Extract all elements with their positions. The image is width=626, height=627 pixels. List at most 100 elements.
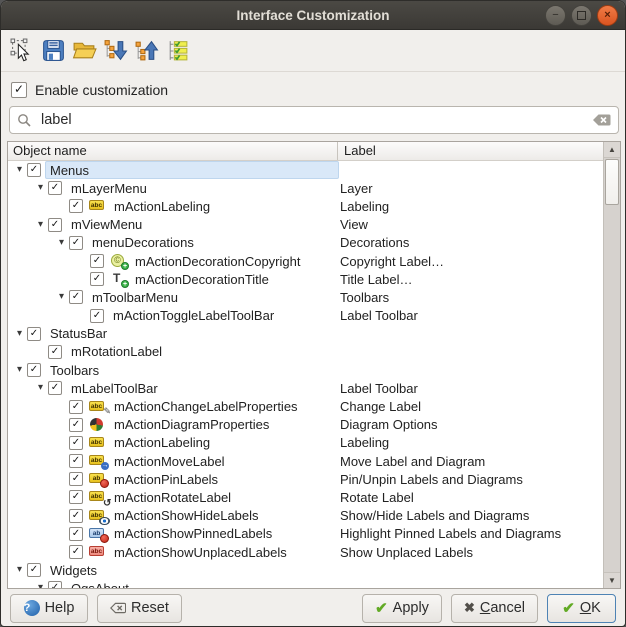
expander-icon[interactable]: ▾ [54, 238, 69, 248]
row-checkbox[interactable]: ✓ [48, 181, 62, 195]
tree-row[interactable]: ✓abmActionPinLabelsPin/Unpin Labels and … [8, 470, 603, 488]
expander-icon[interactable]: ▾ [12, 165, 27, 175]
object-name-text: mActionRotateLabel [111, 490, 234, 505]
scroll-down-arrow-icon[interactable]: ▼ [604, 572, 620, 588]
tree-row[interactable]: ✓T+mActionDecorationTitleTitle Label… [8, 270, 603, 288]
tree-row[interactable]: ▾✓Menus [8, 161, 603, 179]
tree-row[interactable]: ▾✓Toolbars [8, 361, 603, 379]
dialog-toolbar [1, 29, 625, 72]
row-checkbox[interactable]: ✓ [69, 509, 83, 523]
row-checkbox[interactable]: ✓ [69, 400, 83, 414]
cancel-button-label: Cancel [480, 600, 525, 616]
titlebar[interactable]: Interface Customization − × [1, 1, 625, 30]
row-checkbox[interactable]: ✓ [27, 327, 41, 341]
tree-row[interactable]: ✓mActionToggleLabelToolBarLabel Toolbar [8, 307, 603, 325]
select-all-icon [165, 38, 190, 63]
move-label-icon: abc→ [89, 454, 108, 468]
tree-row[interactable]: ✓mActionDiagramPropertiesDiagram Options [8, 416, 603, 434]
tree-row[interactable]: ✓abc↺mActionRotateLabelRotate Label [8, 488, 603, 506]
row-checkbox[interactable]: ✓ [69, 490, 83, 504]
save-button[interactable] [40, 35, 67, 65]
expander-icon[interactable]: ▾ [33, 183, 48, 193]
tree-row[interactable]: ✓abcmActionLabelingLabeling [8, 197, 603, 215]
select-all-button[interactable] [164, 35, 191, 65]
row-checkbox[interactable]: ✓ [27, 363, 41, 377]
clear-icon[interactable] [592, 113, 611, 127]
column-header-object-name[interactable]: Object name [8, 142, 338, 160]
tree-row[interactable]: ▾✓mLabelToolBarLabel Toolbar [8, 379, 603, 397]
tree-row[interactable]: ✓abc→mActionMoveLabelMove Label and Diag… [8, 452, 603, 470]
search-input[interactable] [39, 111, 585, 129]
open-file-button[interactable] [71, 35, 98, 65]
row-checkbox[interactable]: ✓ [27, 563, 41, 577]
label-text: Labeling [340, 199, 389, 214]
tree-row[interactable]: ✓abmActionShowPinnedLabelsHighlight Pinn… [8, 525, 603, 543]
help-button[interactable]: ? Help [10, 594, 88, 623]
enable-customization-checkbox[interactable]: ✓ [11, 82, 27, 98]
tree-row[interactable]: ▾✓mViewMenuView [8, 216, 603, 234]
tree-row[interactable]: ▾✓QgsAbout [8, 579, 603, 588]
close-button[interactable]: × [597, 5, 618, 26]
row-checkbox[interactable]: ✓ [69, 527, 83, 541]
select-widgets-button[interactable] [9, 35, 36, 65]
tree-body: ▾✓Menus▾✓mLayerMenuLayer✓abcmActionLabel… [8, 161, 603, 588]
tree-row[interactable]: ✓mRotationLabel [8, 343, 603, 361]
tree-row[interactable]: ✓abcmActionLabelingLabeling [8, 434, 603, 452]
enable-customization-row[interactable]: ✓ Enable customization [11, 82, 168, 98]
row-checkbox[interactable]: ✓ [48, 381, 62, 395]
label-text: Labeling [340, 435, 389, 450]
vertical-scrollbar[interactable]: ▲ ▼ [603, 142, 620, 588]
row-checkbox[interactable]: ✓ [69, 418, 83, 432]
row-checkbox[interactable]: ✓ [69, 290, 83, 304]
row-checkbox[interactable]: ✓ [48, 581, 62, 588]
tree-row[interactable]: ▾✓mToolbarMenuToolbars [8, 288, 603, 306]
expander-icon[interactable]: ▾ [33, 383, 48, 393]
object-name-text: menuDecorations [89, 235, 197, 250]
row-checkbox[interactable]: ✓ [69, 199, 83, 213]
search-box[interactable] [9, 106, 619, 134]
tree-row[interactable]: ▾✓Widgets [8, 561, 603, 579]
tree-row[interactable]: ✓abcmActionShowUnplacedLabelsShow Unplac… [8, 543, 603, 561]
label-text: Layer [340, 181, 373, 196]
tree-row[interactable]: ▾✓mLayerMenuLayer [8, 179, 603, 197]
expand-all-button[interactable] [133, 35, 160, 65]
expander-icon[interactable]: ▾ [54, 292, 69, 302]
label-text: Diagram Options [340, 417, 438, 432]
tree-row[interactable]: ▾✓StatusBar [8, 325, 603, 343]
row-checkbox[interactable]: ✓ [48, 345, 62, 359]
row-checkbox[interactable]: ✓ [69, 454, 83, 468]
column-header-label[interactable]: Label [338, 142, 603, 160]
collapse-all-button[interactable] [102, 35, 129, 65]
row-checkbox[interactable]: ✓ [90, 272, 104, 286]
row-checkbox[interactable]: ✓ [69, 436, 83, 450]
row-checkbox[interactable]: ✓ [69, 472, 83, 486]
tree-row[interactable]: ✓abcmActionShowHideLabelsShow/Hide Label… [8, 507, 603, 525]
maximize-button[interactable] [571, 5, 592, 26]
expander-icon[interactable]: ▾ [33, 583, 48, 588]
row-checkbox[interactable]: ✓ [90, 254, 104, 268]
widget-selector-icon [10, 38, 35, 63]
reset-button[interactable]: Reset [97, 594, 182, 623]
tree-row[interactable]: ▾✓menuDecorationsDecorations [8, 234, 603, 252]
cancel-button[interactable]: ✖ Cancel [451, 594, 538, 623]
row-checkbox[interactable]: ✓ [69, 545, 83, 559]
row-checkbox[interactable]: ✓ [69, 236, 83, 250]
tree-row[interactable]: ✓©+mActionDecorationCopyrightCopyright L… [8, 252, 603, 270]
ok-button[interactable]: ✔ OK [547, 594, 616, 623]
row-checkbox[interactable]: ✓ [90, 309, 104, 323]
object-name-text: mActionMoveLabel [111, 454, 228, 469]
minimize-button[interactable]: − [545, 5, 566, 26]
apply-button[interactable]: ✔ Apply [362, 594, 442, 623]
expander-icon[interactable]: ▾ [33, 220, 48, 230]
expander-icon[interactable]: ▾ [12, 329, 27, 339]
expander-icon[interactable]: ▾ [12, 565, 27, 575]
tree-row[interactable]: ✓abc✎mActionChangeLabelPropertiesChange … [8, 397, 603, 415]
scroll-up-arrow-icon[interactable]: ▲ [604, 142, 620, 158]
object-name-text: mActionLabeling [111, 435, 213, 450]
row-checkbox[interactable]: ✓ [27, 163, 41, 177]
change-label-icon: abc✎ [89, 400, 108, 414]
copyright-icon: ©+ [110, 254, 129, 268]
row-checkbox[interactable]: ✓ [48, 218, 62, 232]
scrollbar-thumb[interactable] [605, 159, 619, 205]
expander-icon[interactable]: ▾ [12, 365, 27, 375]
